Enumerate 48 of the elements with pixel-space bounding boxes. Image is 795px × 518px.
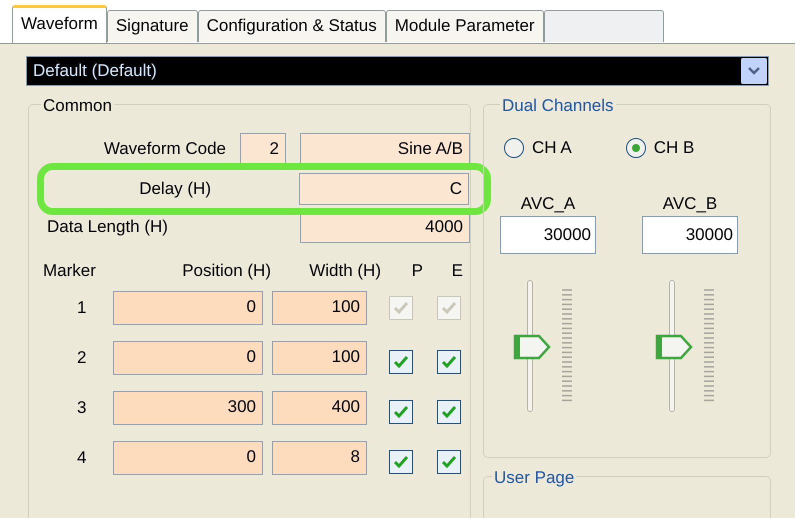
channel-label: AVC_B xyxy=(662,192,718,214)
marker-number: 3 xyxy=(76,397,88,420)
check-icon xyxy=(394,356,408,368)
tab[interactable]: Waveform xyxy=(12,5,107,43)
radio-button[interactable]: CH B xyxy=(626,135,694,160)
field-label: Waveform Code xyxy=(102,138,226,160)
check-icon xyxy=(394,456,408,468)
input-field[interactable]: 0 xyxy=(113,341,263,375)
input-field[interactable]: 8 xyxy=(272,441,367,475)
column-header: Marker xyxy=(42,260,97,282)
check-icon xyxy=(394,406,408,418)
check-icon xyxy=(394,302,408,314)
input-field[interactable]: 0 xyxy=(113,441,263,475)
checkbox[interactable] xyxy=(389,350,413,374)
checkbox[interactable] xyxy=(437,450,461,474)
column-header: Width (H) xyxy=(308,260,381,282)
input-field[interactable]: 30000 xyxy=(642,216,738,254)
tab[interactable]: Configuration & Status xyxy=(198,10,386,42)
channel-label: AVC_A xyxy=(520,192,576,214)
check-icon xyxy=(442,356,456,368)
marker-number: 4 xyxy=(76,447,88,470)
tab[interactable]: Signature xyxy=(106,10,198,42)
slider-thumb[interactable] xyxy=(655,334,693,360)
input-field[interactable]: Sine A/B xyxy=(300,133,470,165)
marker-number: 1 xyxy=(76,297,88,320)
profile-dropdown[interactable]: Default (Default) xyxy=(26,56,769,86)
input-field[interactable]: 2 xyxy=(240,133,286,165)
slider-thumb[interactable] xyxy=(513,334,551,360)
checkbox[interactable] xyxy=(389,450,413,474)
input-field[interactable]: 400 xyxy=(272,391,367,425)
marker-number: 2 xyxy=(76,347,88,370)
input-field[interactable]: 300 xyxy=(113,391,263,425)
check-icon xyxy=(442,406,456,418)
column-header: Position (H) xyxy=(181,260,271,282)
tab[interactable]: Module Parameter xyxy=(386,10,544,42)
column-header: P xyxy=(410,260,423,282)
check-icon xyxy=(442,456,456,468)
input-field[interactable]: 100 xyxy=(272,341,367,375)
radio-button[interactable]: CH A xyxy=(504,135,572,160)
input-field[interactable]: C xyxy=(299,173,469,205)
field-label: Data Length (H) xyxy=(46,216,169,238)
checkbox[interactable] xyxy=(389,400,413,424)
field-label: Delay (H) xyxy=(138,178,211,200)
check-icon xyxy=(442,302,456,314)
checkbox[interactable] xyxy=(437,400,461,424)
checkbox[interactable] xyxy=(437,350,461,374)
column-header: E xyxy=(450,260,463,282)
input-field[interactable]: 30000 xyxy=(500,216,596,254)
